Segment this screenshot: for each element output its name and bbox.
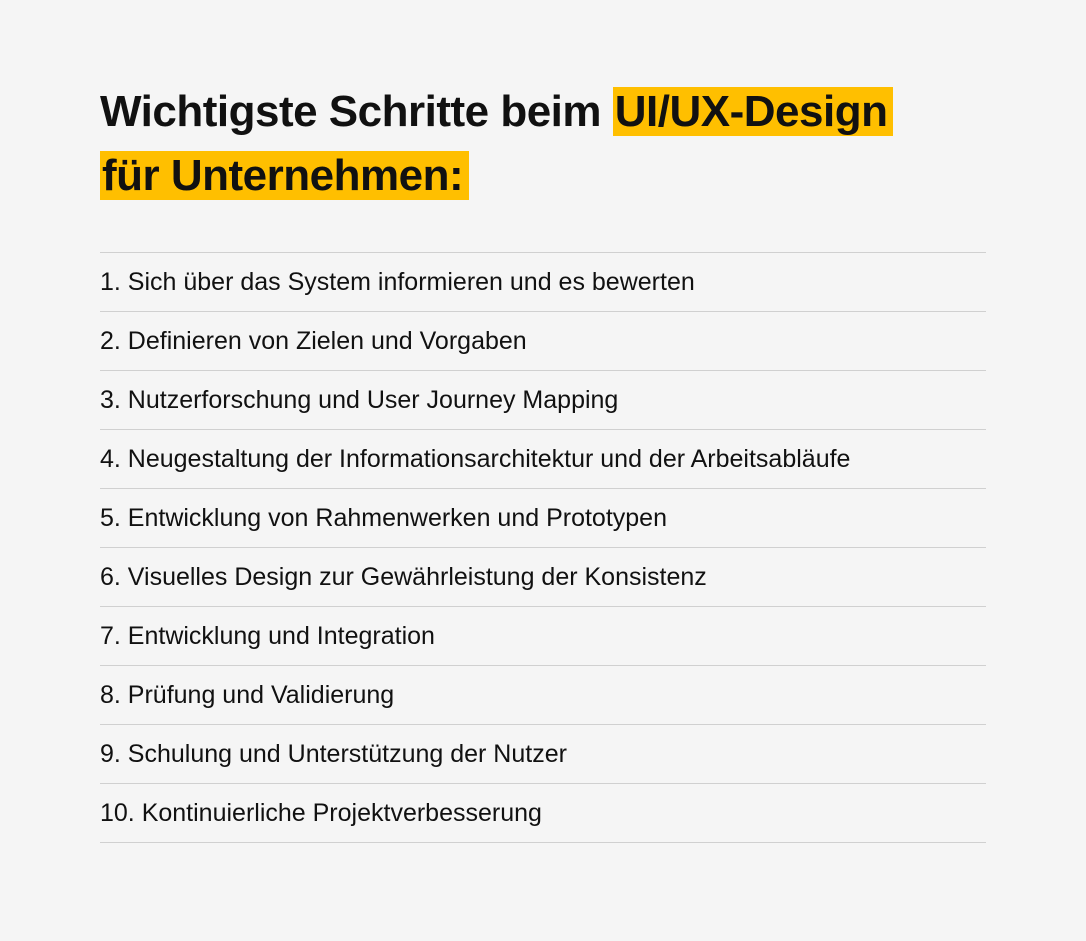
list-item: 8. Prüfung und Validierung	[100, 665, 986, 724]
steps-list: 1. Sich über das System informieren und …	[100, 252, 986, 843]
title-plain: Wichtigste Schritte beim	[100, 87, 613, 136]
list-item: 7. Entwicklung und Integration	[100, 606, 986, 665]
list-item: 4. Neugestaltung der Informationsarchite…	[100, 429, 986, 488]
list-item: 5. Entwicklung von Rahmenwerken und Prot…	[100, 488, 986, 547]
list-item: 1. Sich über das System informieren und …	[100, 252, 986, 311]
list-item: 10. Kontinuierliche Projektverbesserung	[100, 783, 986, 843]
title-highlight-1: UI/UX-Design	[613, 87, 894, 136]
title-highlight-2: für Unternehmen:	[100, 151, 469, 200]
list-item: 6. Visuelles Design zur Gewährleistung d…	[100, 547, 986, 606]
page-title: Wichtigste Schritte beim UI/UX-Design für…	[100, 80, 986, 208]
list-item: 2. Definieren von Zielen und Vorgaben	[100, 311, 986, 370]
list-item: 9. Schulung und Unterstützung der Nutzer	[100, 724, 986, 783]
list-item: 3. Nutzerforschung und User Journey Mapp…	[100, 370, 986, 429]
